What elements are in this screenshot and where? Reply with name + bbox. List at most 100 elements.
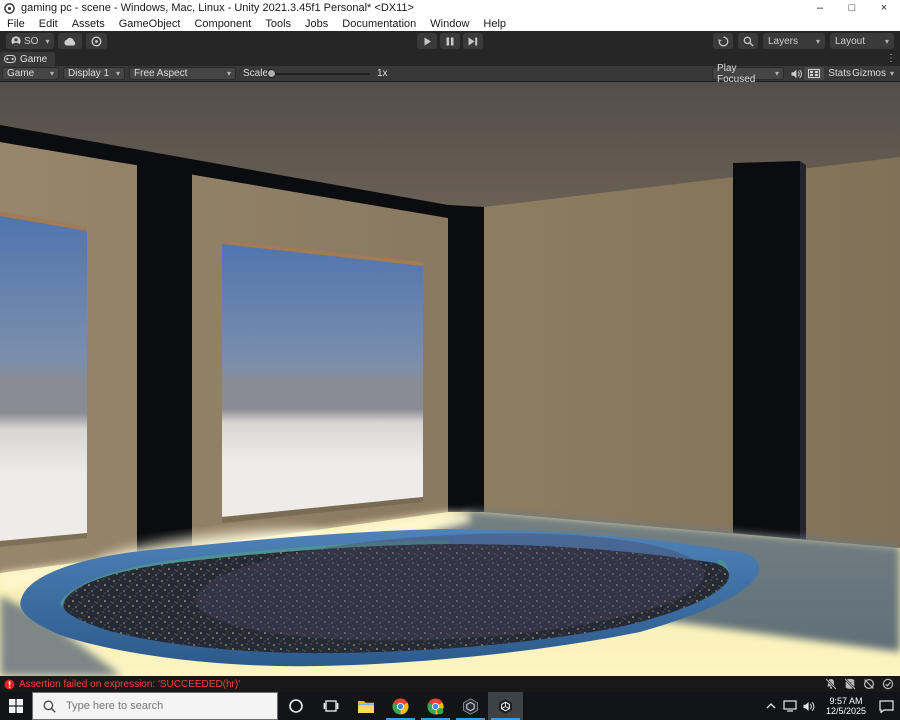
scene-right-pillar [733, 161, 806, 540]
services-icon [92, 36, 102, 46]
chrome-button-1[interactable] [383, 692, 418, 720]
chrome-button-2[interactable] [418, 692, 453, 720]
display-dropdown[interactable]: Display 1 ▾ [63, 67, 125, 80]
layout-label: Layout [835, 35, 866, 47]
search-input[interactable] [64, 699, 268, 713]
gizmos-label: Gizmos [852, 68, 886, 79]
vsync-button[interactable] [804, 67, 824, 80]
menu-item-assets[interactable]: Assets [65, 18, 112, 30]
view-mode-dropdown[interactable]: Game ▾ [2, 67, 59, 80]
menu-item-edit[interactable]: Edit [32, 18, 65, 30]
title-bar: gaming pc - scene - Windows, Mac, Linux … [0, 0, 900, 16]
stats-button[interactable]: Stats [828, 67, 851, 80]
play-controls [417, 33, 483, 49]
play-button[interactable] [417, 33, 437, 49]
minimize-button[interactable]: – [804, 0, 836, 16]
play-icon [424, 37, 431, 45]
maximize-button[interactable]: □ [836, 0, 868, 16]
scale-slider-track[interactable] [270, 73, 370, 75]
pause-button[interactable] [440, 33, 460, 49]
menu-item-window[interactable]: Window [423, 18, 476, 30]
network-status[interactable] [780, 692, 800, 720]
chrome-icon [392, 697, 409, 714]
play-focused-dropdown[interactable]: Play Focused ▾ [712, 63, 784, 85]
cloud-icon [64, 37, 76, 45]
view-mode-label: Game [7, 68, 35, 79]
taskbar-search[interactable] [32, 692, 278, 720]
chevron-down-icon: ▾ [815, 36, 820, 46]
cloud-button[interactable] [58, 33, 83, 49]
task-view-icon [323, 700, 338, 712]
file-explorer-button[interactable] [348, 692, 383, 720]
file-explorer-icon [357, 700, 374, 713]
scene-corner-pillar [448, 205, 484, 512]
close-button[interactable]: × [868, 0, 900, 16]
services-button[interactable] [86, 33, 108, 49]
game-view-icon [4, 55, 16, 63]
unity-hub-button[interactable] [453, 692, 488, 720]
chevron-down-icon: ▾ [774, 69, 779, 78]
error-icon [4, 679, 15, 689]
menu-item-component[interactable]: Component [187, 18, 258, 30]
chevron-down-icon: ▾ [889, 69, 894, 78]
menu-item-documentation[interactable]: Documentation [335, 18, 423, 30]
bell-off-icon[interactable] [825, 678, 837, 690]
tab-game[interactable]: Game [0, 52, 56, 66]
scene-window-left [0, 212, 87, 547]
tray-time: 9:57 AM [829, 696, 863, 706]
task-view-button[interactable] [313, 692, 348, 720]
tray-expand-button[interactable] [762, 692, 780, 720]
windows-logo-icon [9, 699, 23, 713]
gizmos-dropdown[interactable]: Gizmos ▾ [852, 67, 894, 80]
cache-off-icon[interactable] [844, 678, 856, 690]
start-button[interactable] [0, 692, 32, 720]
cortana-button[interactable] [278, 692, 313, 720]
chevron-down-icon: ▾ [49, 69, 54, 78]
game-viewport[interactable] [0, 82, 900, 676]
step-icon [468, 37, 478, 45]
account-button[interactable]: SO ▾ [6, 33, 55, 49]
action-center-button[interactable] [872, 692, 900, 720]
rendered-scene [0, 82, 900, 676]
windows-taskbar: 9:57 AM 12/5/2025 [0, 692, 900, 720]
unity-editor-icon [499, 698, 512, 714]
tray-clock[interactable]: 9:57 AM 12/5/2025 [820, 696, 872, 716]
menu-item-help[interactable]: Help [476, 18, 513, 30]
display-label: Display 1 [68, 68, 110, 79]
account-icon [11, 36, 21, 46]
scene-window-main [222, 240, 423, 523]
check-circle-icon[interactable] [882, 678, 894, 690]
layers-label: Layers [768, 35, 799, 47]
search-icon [743, 36, 753, 46]
menu-item-gameobject[interactable]: GameObject [112, 18, 188, 30]
search-button[interactable] [738, 33, 758, 49]
search-icon [43, 700, 56, 713]
layers-dropdown[interactable]: Layers ▾ [763, 33, 825, 49]
volume-status[interactable] [800, 692, 820, 720]
speaker-icon [791, 69, 802, 78]
unity-editor-button[interactable] [488, 692, 523, 720]
scale-slider-thumb[interactable] [267, 69, 276, 78]
menu-item-file[interactable]: File [0, 18, 32, 30]
step-button[interactable] [463, 33, 483, 49]
window-controls: – □ × [804, 0, 900, 16]
unity-hub-icon [463, 697, 478, 715]
undo-history-button[interactable] [713, 33, 733, 49]
scale-label: Scale [243, 68, 269, 79]
chevron-up-icon [766, 703, 776, 709]
tray-date: 12/5/2025 [825, 706, 866, 716]
layout-dropdown[interactable]: Layout ▾ [830, 33, 894, 49]
network-icon [783, 700, 797, 712]
mute-audio-button[interactable] [791, 67, 803, 80]
tab-game-label: Game [20, 53, 48, 65]
tab-menu-button[interactable]: ⋮ [886, 52, 896, 66]
status-bar: Assertion failed on expression: 'SUCCEED… [0, 676, 900, 692]
pause-icon [446, 37, 454, 45]
status-bar-icons [825, 678, 894, 690]
menu-item-tools[interactable]: Tools [258, 18, 298, 30]
menu-item-jobs[interactable]: Jobs [298, 18, 335, 30]
aspect-ratio-dropdown[interactable]: Free Aspect ▾ [129, 67, 236, 80]
game-view-toolbar: Game ▾ Display 1 ▾ Free Aspect ▾ Scale 1… [0, 63, 900, 85]
sync-off-icon[interactable] [863, 678, 875, 690]
console-error-message[interactable]: Assertion failed on expression: 'SUCCEED… [19, 679, 240, 690]
